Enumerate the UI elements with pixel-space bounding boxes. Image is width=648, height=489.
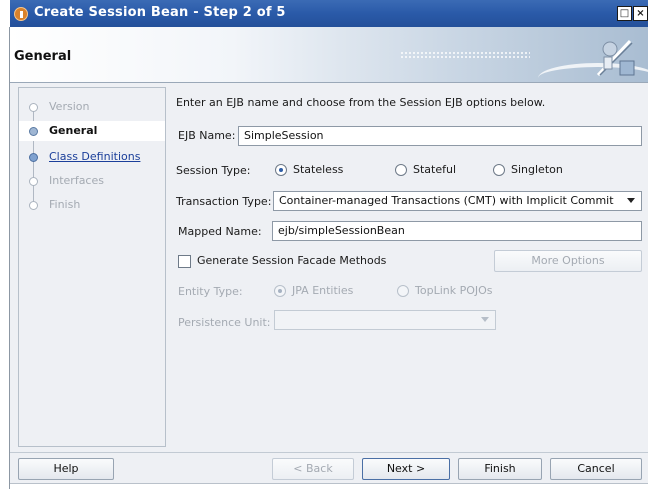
- window-bottom-edge: [10, 483, 648, 489]
- radio-circle[interactable]: [493, 164, 505, 176]
- step-label: General: [49, 124, 98, 137]
- step-dot-icon: [29, 103, 38, 112]
- restore-button[interactable]: □: [617, 6, 632, 21]
- create-session-bean-dialog: Create Session Bean - Step 2 of 5 □ × Ge…: [0, 0, 648, 489]
- chevron-down-icon[interactable]: [481, 317, 489, 322]
- help-button[interactable]: Help: [18, 458, 114, 480]
- step-label: Version: [49, 100, 90, 113]
- finish-button[interactable]: Finish: [458, 458, 542, 480]
- step-finish: Finish: [19, 195, 165, 215]
- title-bar[interactable]: Create Session Bean - Step 2 of 5 □ ×: [10, 0, 648, 27]
- step-label[interactable]: Class Definitions: [49, 150, 140, 163]
- mapped-name-label: Mapped Name:: [178, 225, 262, 238]
- transaction-type-label: Transaction Type:: [176, 195, 272, 208]
- wizard-steps-panel: Version General Class Definitions Interf…: [18, 87, 166, 447]
- checkbox-label: Generate Session Facade Methods: [197, 254, 387, 267]
- step-label: Finish: [49, 198, 81, 211]
- persistence-unit-label: Persistence Unit:: [178, 316, 271, 329]
- back-button[interactable]: < Back: [272, 458, 354, 480]
- transaction-type-value: Container-managed Transactions (CMT) wit…: [279, 194, 614, 207]
- window-title: Create Session Bean - Step 2 of 5: [34, 5, 286, 20]
- transaction-type-select[interactable]: Container-managed Transactions (CMT) wit…: [273, 191, 642, 211]
- radio-label: Singleton: [511, 163, 563, 176]
- mapped-name-input[interactable]: ejb/simpleSessionBean: [272, 221, 642, 241]
- step-dot-icon: [29, 177, 38, 186]
- window-left-edge: [0, 0, 10, 489]
- step-class-definitions[interactable]: Class Definitions: [19, 147, 165, 167]
- radio-circle[interactable]: [275, 164, 287, 176]
- radio-label: Stateful: [413, 163, 457, 176]
- radio-label: Stateless: [293, 163, 344, 176]
- app-info-icon: [14, 7, 28, 21]
- wizard-header: General: [10, 27, 648, 83]
- step-active-icon: [29, 127, 38, 136]
- step-interfaces: Interfaces: [19, 171, 165, 191]
- radio-circle[interactable]: [395, 164, 407, 176]
- next-button[interactable]: Next >: [362, 458, 450, 480]
- step-dot-icon: [29, 201, 38, 210]
- step-dot-icon: [29, 153, 38, 162]
- radio-circle[interactable]: [274, 285, 286, 297]
- entity-type-label: Entity Type:: [178, 285, 243, 298]
- ejb-name-input[interactable]: SimpleSession: [238, 126, 642, 146]
- more-options-button[interactable]: More Options: [494, 250, 642, 272]
- ejb-name-label: EJB Name:: [178, 129, 236, 142]
- intro-text: Enter an EJB name and choose from the Se…: [176, 96, 546, 109]
- persistence-unit-select[interactable]: [274, 310, 496, 330]
- step-general[interactable]: General: [19, 121, 165, 141]
- radio-label: JPA Entities: [292, 284, 354, 297]
- radio-label: TopLink POJOs: [415, 284, 493, 297]
- page-title: General: [14, 49, 72, 64]
- step-version: Version: [19, 97, 165, 117]
- step-label: Interfaces: [49, 174, 104, 187]
- session-type-label: Session Type:: [176, 164, 251, 177]
- ejb-bean-icon: [596, 39, 635, 77]
- radio-circle[interactable]: [397, 285, 409, 297]
- cancel-button[interactable]: Cancel: [550, 458, 642, 480]
- checkbox-box[interactable]: [178, 255, 191, 268]
- close-button[interactable]: ×: [633, 6, 648, 21]
- chevron-down-icon[interactable]: [627, 198, 635, 203]
- form-panel: Enter an EJB name and choose from the Se…: [176, 87, 648, 457]
- header-decoration: [400, 51, 530, 59]
